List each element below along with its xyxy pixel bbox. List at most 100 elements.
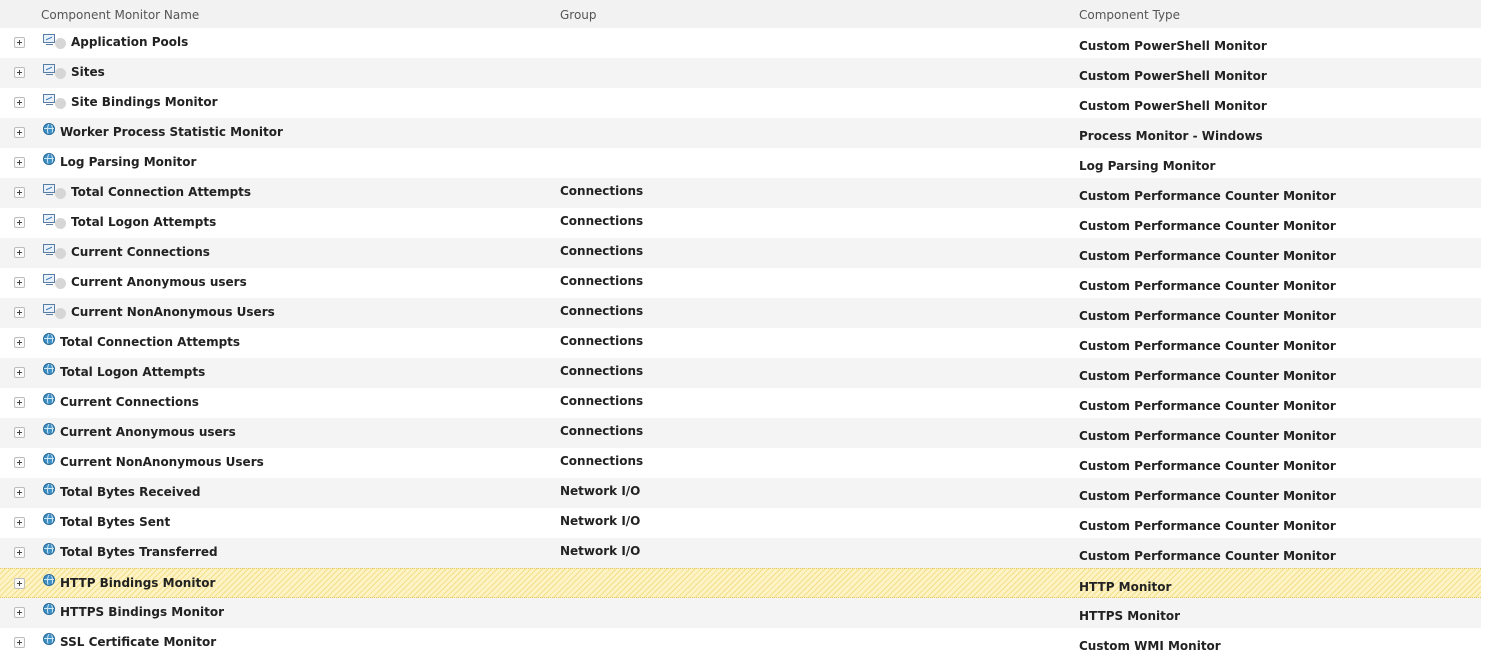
monitor-name[interactable]: SSL Certificate Monitor — [60, 635, 216, 649]
monitor-name[interactable]: Current NonAnonymous Users — [71, 305, 275, 319]
monitor-name[interactable]: Current Anonymous users — [60, 425, 236, 439]
expand-icon[interactable] — [14, 637, 25, 648]
globe-icon — [43, 543, 55, 555]
column-header-group[interactable]: Group — [560, 8, 597, 22]
expand-icon[interactable] — [14, 217, 25, 228]
expand-icon[interactable] — [14, 547, 25, 558]
monitor-name[interactable]: HTTP Bindings Monitor — [60, 576, 215, 590]
table-row[interactable]: Total Logon Attempts Connections Custom Pe… — [0, 358, 1481, 388]
monitor-type: Custom Performance Counter Monitor — [1079, 459, 1336, 473]
expand-icon[interactable] — [14, 157, 25, 168]
monitor-name[interactable]: Worker Process Statistic Monitor — [60, 125, 283, 139]
monitor-group: Connections — [560, 394, 644, 408]
expand-icon[interactable] — [14, 367, 25, 378]
table-row[interactable]: Total Connection Attempts Connections Cust… — [0, 178, 1481, 208]
table-row[interactable]: Total Connection Attempts Connections Cust… — [0, 328, 1481, 358]
status-dot-icon — [55, 218, 66, 229]
table-row[interactable]: Current Anonymous users Connections Custom… — [0, 268, 1481, 298]
status-dot-icon — [55, 248, 66, 259]
globe-icon — [43, 123, 55, 135]
monitor-group: Connections — [560, 214, 644, 228]
monitor-name[interactable]: HTTPS Bindings Monitor — [60, 605, 224, 619]
expand-icon[interactable] — [14, 127, 25, 138]
expand-icon[interactable] — [14, 457, 25, 468]
monitor-status-icon — [43, 242, 67, 260]
monitor-name[interactable]: Current Connections — [71, 245, 210, 259]
monitor-type: Custom Performance Counter Monitor — [1079, 189, 1336, 203]
monitor-status-icon — [43, 182, 67, 200]
monitor-name[interactable]: Total Bytes Transferred — [60, 545, 218, 559]
monitor-group: Connections — [560, 364, 644, 378]
table-row[interactable]: Current Connections Connections Custom Per… — [0, 388, 1481, 418]
expand-icon[interactable] — [14, 247, 25, 258]
globe-icon — [43, 633, 55, 645]
globe-icon — [43, 333, 55, 345]
table-row[interactable]: HTTP Bindings Monitor HTTP Monitor — [0, 568, 1481, 598]
expand-icon[interactable] — [14, 97, 25, 108]
monitor-name[interactable]: Current Anonymous users — [71, 275, 247, 289]
table-row[interactable]: Site Bindings Monitor Custom PowerShell M… — [0, 88, 1481, 118]
table-row[interactable]: Total Bytes Transferred Network I/O Custom… — [0, 538, 1481, 568]
monitor-name[interactable]: Total Connection Attempts — [71, 185, 251, 199]
monitor-name[interactable]: Current Connections — [60, 395, 199, 409]
monitor-name[interactable]: Sites — [71, 65, 105, 79]
globe-icon — [43, 423, 55, 435]
globe-icon — [43, 363, 55, 375]
monitor-status-icon — [43, 92, 67, 110]
expand-icon[interactable] — [14, 427, 25, 438]
expand-icon[interactable] — [14, 187, 25, 198]
table-row[interactable]: SSL Certificate Monitor Custom WMI Monito… — [0, 628, 1481, 658]
monitor-name[interactable]: Total Logon Attempts — [60, 365, 205, 379]
column-header-type[interactable]: Component Type — [1079, 8, 1180, 22]
expand-icon[interactable] — [14, 607, 25, 618]
table-row[interactable]: Log Parsing Monitor Log Parsing Monitor — [0, 148, 1481, 178]
globe-icon — [43, 393, 55, 405]
monitor-name[interactable]: Log Parsing Monitor — [60, 155, 196, 169]
globe-icon — [43, 603, 55, 615]
table-row[interactable]: Current NonAnonymous Users Connections Cus… — [0, 448, 1481, 478]
table-row[interactable]: Sites Custom PowerShell Monitor — [0, 58, 1481, 88]
monitor-name[interactable]: Application Pools — [71, 35, 188, 49]
status-dot-icon — [55, 188, 66, 199]
globe-icon — [43, 574, 55, 586]
monitor-status-icon — [43, 32, 67, 50]
globe-icon — [43, 153, 55, 165]
table-row[interactable]: Application Pools Custom PowerShell Monit… — [0, 28, 1481, 58]
expand-icon[interactable] — [14, 397, 25, 408]
status-dot-icon — [55, 308, 66, 319]
table-row[interactable]: Current NonAnonymous Users Connections Cus… — [0, 298, 1481, 328]
monitor-group: Connections — [560, 334, 644, 348]
table-row[interactable]: Current Anonymous users Connections Custom… — [0, 418, 1481, 448]
expand-icon[interactable] — [14, 37, 25, 48]
expand-icon[interactable] — [14, 578, 25, 589]
expand-icon[interactable] — [14, 277, 25, 288]
status-dot-icon — [55, 38, 66, 49]
monitor-type: Custom Performance Counter Monitor — [1079, 219, 1336, 233]
expand-icon[interactable] — [14, 67, 25, 78]
monitor-name[interactable]: Total Bytes Received — [60, 485, 200, 499]
monitor-name[interactable]: Site Bindings Monitor — [71, 95, 218, 109]
monitor-name[interactable]: Current NonAnonymous Users — [60, 455, 264, 469]
expand-icon[interactable] — [14, 517, 25, 528]
monitor-name[interactable]: Total Connection Attempts — [60, 335, 240, 349]
globe-icon — [43, 483, 55, 495]
monitor-type: Custom PowerShell Monitor — [1079, 39, 1267, 53]
expand-icon[interactable] — [14, 487, 25, 498]
monitor-type: Process Monitor - Windows — [1079, 129, 1263, 143]
monitor-type: HTTP Monitor — [1079, 580, 1172, 594]
table-row[interactable]: Worker Process Statistic Monitor Process … — [0, 118, 1481, 148]
table-row[interactable]: Current Connections Connections Custom Per… — [0, 238, 1481, 268]
table-row[interactable]: Total Logon Attempts Connections Custom Pe… — [0, 208, 1481, 238]
table-row[interactable]: Total Bytes Received Network I/O Custom Pe… — [0, 478, 1481, 508]
status-dot-icon — [55, 98, 66, 109]
monitor-name[interactable]: Total Logon Attempts — [71, 215, 216, 229]
table-row[interactable]: HTTPS Bindings Monitor HTTPS Monitor — [0, 598, 1481, 628]
monitor-name[interactable]: Total Bytes Sent — [60, 515, 170, 529]
expand-icon[interactable] — [14, 307, 25, 318]
monitor-type: Custom WMI Monitor — [1079, 639, 1221, 653]
monitor-group: Connections — [560, 304, 644, 318]
expand-icon[interactable] — [14, 337, 25, 348]
table-row[interactable]: Total Bytes Sent Network I/O Custom Perfor… — [0, 508, 1481, 538]
column-header-name[interactable]: Component Monitor Name — [41, 8, 199, 22]
monitor-type: Custom Performance Counter Monitor — [1079, 369, 1336, 383]
